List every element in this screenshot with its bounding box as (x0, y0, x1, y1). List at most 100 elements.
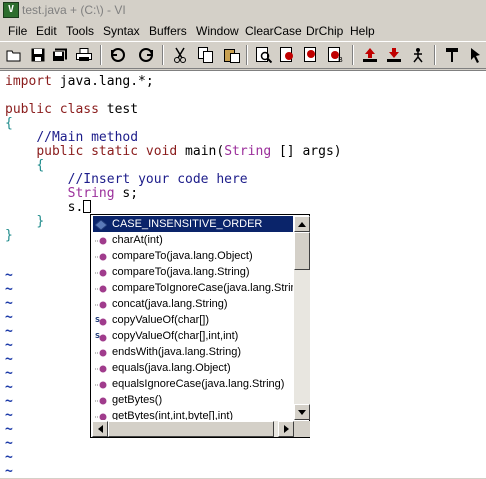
method-icon (95, 267, 107, 277)
code-line-class[interactable]: public class test (5, 102, 138, 117)
code-line-main-signature[interactable]: public static void main(String [] args) (5, 144, 341, 159)
toolbar-separator (100, 45, 102, 65)
open-icon[interactable] (4, 45, 24, 65)
save-icon[interactable] (28, 45, 48, 65)
menu-window[interactable]: Window (196, 24, 239, 38)
completion-item[interactable]: ScopyValueOf(char[],int,int) (93, 328, 293, 344)
completion-item[interactable]: compareTo(java.lang.String) (93, 264, 293, 280)
arrow-right-icon (283, 425, 289, 433)
horizontal-scroll-thumb[interactable] (108, 421, 274, 437)
code-line-comment-main[interactable]: //Main method (5, 130, 138, 145)
static-method-icon: S (95, 331, 107, 342)
scroll-left-button[interactable] (92, 421, 108, 437)
code-line-import[interactable]: import java.lang.*; (5, 74, 154, 89)
undo-icon[interactable] (108, 45, 128, 65)
load-session-icon[interactable] (360, 45, 380, 65)
empty-line-tilde: ~ (5, 422, 13, 437)
completion-item[interactable]: CASE_INSENSITIVE_ORDER (93, 216, 293, 232)
menu-drchip[interactable]: DrChip (306, 24, 343, 38)
completion-item-label: getBytes(int,int,byte[],int) (112, 410, 234, 420)
menu-clearcase[interactable]: ClearCase (245, 24, 302, 38)
arrow-down-icon (298, 409, 306, 415)
method-icon (95, 411, 107, 420)
empty-line-tilde: ~ (5, 380, 13, 395)
arrow-left-icon (97, 425, 103, 433)
copy-icon[interactable] (196, 45, 216, 65)
completion-item[interactable]: ScopyValueOf(char[]) (93, 312, 293, 328)
tags-icon[interactable] (466, 45, 486, 65)
completion-item[interactable]: charAt(int) (93, 232, 293, 248)
scroll-down-button[interactable] (294, 404, 310, 420)
completion-item[interactable]: endsWith(java.lang.String) (93, 344, 293, 360)
menu-file[interactable]: File (8, 24, 27, 38)
method-icon (95, 251, 107, 261)
find-icon[interactable] (254, 45, 274, 65)
completion-item[interactable]: compareTo(java.lang.Object) (93, 248, 293, 264)
completion-item-label: compareToIgnoreCase(java.lang.String) (112, 282, 293, 294)
code-line-s-dot[interactable]: s. (5, 200, 92, 215)
method-icon (95, 395, 107, 405)
static-method-icon: S (95, 315, 107, 326)
replace-icon[interactable]: B (326, 45, 346, 65)
redo-icon[interactable] (136, 45, 156, 65)
menu-edit[interactable]: Edit (36, 24, 57, 38)
completion-item[interactable]: getBytes() (93, 392, 293, 408)
empty-line-tilde: ~ (5, 450, 13, 465)
code-line-class-close-brace[interactable]: } (5, 228, 13, 243)
completion-list[interactable]: CASE_INSENSITIVE_ORDER charAt(int) compare… (93, 216, 293, 420)
find-next-icon[interactable] (278, 45, 298, 65)
scroll-right-button[interactable] (278, 421, 294, 437)
text-cursor (83, 200, 92, 213)
run-script-icon[interactable] (408, 45, 428, 65)
save-session-icon[interactable] (384, 45, 404, 65)
toolbar-separator (246, 45, 248, 65)
empty-line-tilde: ~ (5, 408, 13, 423)
arrow-up-icon (298, 221, 306, 227)
title-bar: V test.java + (C:\) - VI (0, 0, 486, 21)
method-icon (95, 283, 107, 293)
code-line-class-open-brace[interactable]: { (5, 116, 13, 131)
print-icon[interactable] (74, 45, 94, 65)
empty-line-tilde: ~ (5, 436, 13, 451)
empty-line-tilde: ~ (5, 394, 13, 409)
paste-icon[interactable] (222, 45, 242, 65)
empty-line-tilde: ~ (5, 310, 13, 325)
empty-line-tilde: ~ (5, 338, 13, 353)
method-icon (95, 299, 107, 309)
completion-item[interactable]: concat(java.lang.String) (93, 296, 293, 312)
empty-line-tilde: ~ (5, 352, 13, 367)
completion-item-label: compareTo(java.lang.Object) (112, 250, 253, 262)
vertical-scrollbar[interactable] (294, 216, 310, 420)
vertical-scroll-thumb[interactable] (294, 232, 310, 270)
find-prev-icon[interactable] (302, 45, 322, 65)
menu-tools[interactable]: Tools (66, 24, 94, 38)
empty-line-tilde: ~ (5, 324, 13, 339)
completion-item-label: charAt(int) (112, 234, 163, 246)
code-line-main-close-brace[interactable]: } (5, 214, 44, 229)
completion-item[interactable]: getBytes(int,int,byte[],int) (93, 408, 293, 420)
completion-popup: CASE_INSENSITIVE_ORDER charAt(int) compare… (90, 214, 310, 438)
completion-item-label: getBytes() (112, 394, 163, 406)
completion-item[interactable]: equals(java.lang.Object) (93, 360, 293, 376)
save-all-icon[interactable] (50, 45, 70, 65)
make-icon[interactable] (442, 45, 462, 65)
cut-icon[interactable] (170, 45, 190, 65)
vim-app-icon[interactable]: V (3, 2, 19, 18)
completion-item[interactable]: equalsIgnoreCase(java.lang.String) (93, 376, 293, 392)
menu-syntax[interactable]: Syntax (103, 24, 140, 38)
empty-line-tilde: ~ (5, 366, 13, 381)
field-icon (94, 219, 108, 231)
code-line-string-decl[interactable]: String s; (5, 186, 138, 201)
code-line-comment-insert[interactable]: //Insert your code here (5, 172, 248, 187)
completion-item-label: copyValueOf(char[],int,int) (112, 330, 239, 342)
completion-item[interactable]: compareToIgnoreCase(java.lang.String) (93, 280, 293, 296)
svg-text:B: B (338, 56, 343, 63)
horizontal-scrollbar[interactable] (92, 421, 294, 437)
completion-item-label: copyValueOf(char[]) (112, 314, 210, 326)
code-line-main-open-brace[interactable]: { (5, 158, 44, 173)
completion-item-label: compareTo(java.lang.String) (112, 266, 250, 278)
completion-item-label: equalsIgnoreCase(java.lang.String) (112, 378, 285, 390)
menu-buffers[interactable]: Buffers (149, 24, 187, 38)
scroll-up-button[interactable] (294, 216, 310, 232)
menu-help[interactable]: Help (350, 24, 375, 38)
